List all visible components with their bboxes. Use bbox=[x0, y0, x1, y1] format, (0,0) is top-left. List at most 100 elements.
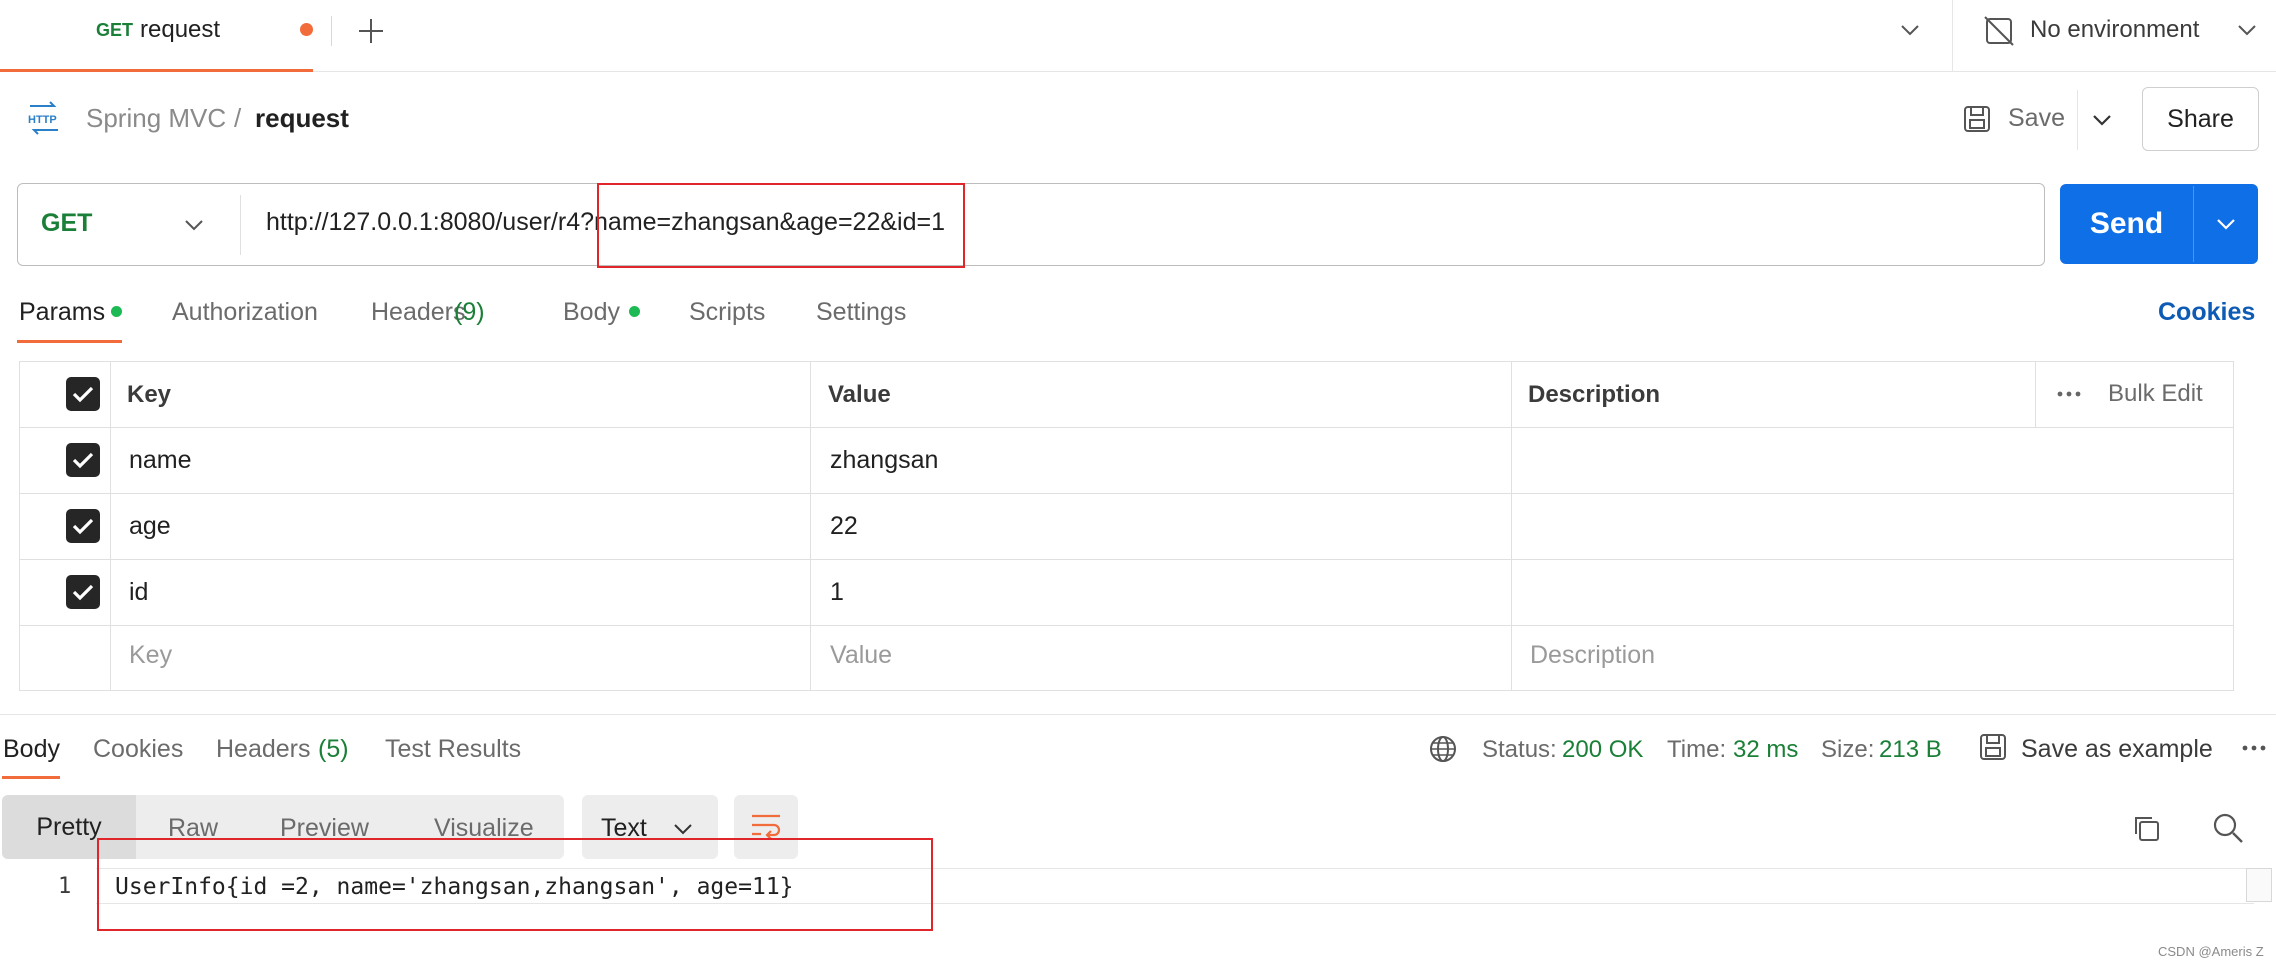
param-key-cell[interactable]: id bbox=[129, 578, 148, 607]
param-checkbox[interactable] bbox=[66, 575, 100, 609]
save-as-example-button[interactable]: Save as example bbox=[2021, 735, 2213, 764]
table-col-divider bbox=[2035, 361, 2036, 427]
tab-authorization[interactable]: Authorization bbox=[172, 298, 318, 327]
http-icon: HTTP bbox=[26, 101, 62, 135]
line-number: 1 bbox=[58, 874, 72, 899]
param-checkbox[interactable] bbox=[66, 509, 100, 543]
headers-count: (9) bbox=[454, 298, 485, 326]
new-param-value-input[interactable]: Value bbox=[830, 641, 892, 670]
params-table bbox=[19, 361, 2234, 691]
method-divider bbox=[240, 195, 241, 255]
unsaved-dot-icon bbox=[300, 23, 313, 36]
chevron-down-icon bbox=[2093, 115, 2111, 126]
table-col-divider bbox=[1511, 361, 1512, 691]
method-select[interactable]: GET bbox=[41, 209, 92, 238]
chevron-down-icon bbox=[185, 220, 203, 231]
send-options-button[interactable] bbox=[2214, 212, 2238, 236]
environment-dropdown[interactable] bbox=[2235, 18, 2259, 42]
tab-scripts[interactable]: Scripts bbox=[689, 298, 765, 327]
check-icon bbox=[72, 584, 94, 601]
save-example-icon[interactable] bbox=[1978, 732, 2008, 762]
no-environment-icon bbox=[1984, 16, 2014, 46]
tab-settings[interactable]: Settings bbox=[816, 298, 906, 327]
chevron-down-icon bbox=[674, 824, 692, 835]
table-row-divider bbox=[19, 493, 2234, 494]
column-header-value: Value bbox=[828, 381, 891, 408]
param-key-cell[interactable]: age bbox=[129, 512, 171, 541]
search-icon[interactable] bbox=[2212, 812, 2244, 844]
column-header-key: Key bbox=[127, 381, 172, 408]
save-button[interactable]: Save bbox=[2008, 104, 2065, 133]
time-label: Time: bbox=[1667, 736, 1727, 763]
send-button[interactable]: Send bbox=[2060, 184, 2193, 264]
watermark: CSDN @Ameris Z bbox=[2158, 944, 2264, 959]
response-tab-test-results[interactable]: Test Results bbox=[385, 735, 521, 764]
send-divider bbox=[2193, 186, 2194, 262]
chevron-down-icon bbox=[2217, 219, 2235, 230]
more-options-icon[interactable] bbox=[2055, 384, 2083, 404]
format-dropdown[interactable] bbox=[672, 818, 694, 840]
params-active-dot-icon bbox=[111, 306, 122, 317]
globe-icon[interactable] bbox=[1428, 734, 1458, 764]
environment-selector-icon[interactable] bbox=[1983, 15, 2015, 47]
breadcrumb-request-name[interactable]: request bbox=[255, 103, 349, 134]
param-value-cell[interactable]: 1 bbox=[830, 578, 844, 607]
check-icon bbox=[72, 386, 94, 403]
url-query-highlight-box bbox=[597, 183, 965, 268]
tab-body[interactable]: Body bbox=[563, 298, 620, 327]
plus-icon bbox=[359, 19, 383, 43]
new-tab-button[interactable] bbox=[356, 16, 386, 46]
environment-divider bbox=[1952, 0, 1953, 72]
size-value[interactable]: 213 B bbox=[1879, 736, 1942, 764]
horizontal-scrollbar[interactable] bbox=[2246, 868, 2272, 902]
response-highlight-box bbox=[97, 838, 933, 931]
status-label: Status: bbox=[1482, 736, 1557, 763]
response-tab-headers[interactable]: Headers bbox=[216, 735, 311, 764]
check-icon bbox=[72, 518, 94, 535]
chevron-down-icon bbox=[1901, 25, 1919, 36]
response-more-icon[interactable] bbox=[2240, 738, 2268, 758]
param-value-cell[interactable]: 22 bbox=[830, 512, 858, 541]
status-value[interactable]: 200 OK bbox=[1562, 736, 1643, 764]
param-key-cell[interactable]: name bbox=[129, 446, 192, 475]
size-label: Size: bbox=[1821, 736, 1875, 763]
param-value-cell[interactable]: zhangsan bbox=[830, 446, 938, 475]
new-param-description-input[interactable]: Description bbox=[1530, 641, 1655, 670]
tab-params[interactable]: Params bbox=[19, 298, 105, 327]
request-tab-method: GET bbox=[96, 20, 134, 40]
breadcrumb-collection[interactable]: Spring MVC bbox=[86, 103, 226, 134]
save-options-button[interactable] bbox=[2090, 108, 2114, 132]
cookies-link[interactable]: Cookies bbox=[2158, 298, 2255, 327]
request-tab-name: request bbox=[140, 16, 221, 43]
table-col-divider bbox=[110, 361, 111, 691]
column-header-description: Description bbox=[1528, 381, 1661, 408]
response-tab-cookies[interactable]: Cookies bbox=[93, 735, 183, 764]
table-row-divider bbox=[19, 625, 2234, 626]
save-icon[interactable] bbox=[1962, 104, 1992, 134]
param-checkbox[interactable] bbox=[66, 443, 100, 477]
tab-divider bbox=[331, 16, 332, 46]
bulk-edit-button[interactable]: Bulk Edit bbox=[2108, 380, 2203, 408]
active-tab-underline bbox=[17, 340, 122, 343]
table-col-divider bbox=[810, 361, 811, 691]
save-divider bbox=[2077, 90, 2078, 150]
svg-text:HTTP: HTTP bbox=[28, 114, 57, 126]
breadcrumb-separator: / bbox=[234, 103, 242, 133]
response-headers-count: (5) bbox=[318, 735, 349, 763]
active-tab-underline bbox=[2, 776, 60, 779]
body-active-dot-icon bbox=[629, 306, 640, 317]
new-param-key-input[interactable]: Key bbox=[129, 641, 172, 670]
table-row-divider bbox=[19, 427, 2234, 428]
response-tab-body[interactable]: Body bbox=[3, 735, 60, 764]
check-icon bbox=[72, 452, 94, 469]
response-divider bbox=[0, 714, 2276, 715]
tab-bar bbox=[0, 0, 2276, 72]
environment-selector[interactable]: No environment bbox=[2030, 16, 2199, 44]
share-button[interactable]: Share bbox=[2142, 87, 2259, 151]
copy-icon[interactable] bbox=[2131, 813, 2161, 843]
tab-headers[interactable]: Headers bbox=[371, 298, 466, 327]
time-value[interactable]: 32 ms bbox=[1733, 736, 1798, 764]
select-all-checkbox[interactable] bbox=[66, 377, 100, 411]
tabs-dropdown-button[interactable] bbox=[1898, 18, 1922, 42]
method-dropdown[interactable] bbox=[183, 214, 205, 236]
